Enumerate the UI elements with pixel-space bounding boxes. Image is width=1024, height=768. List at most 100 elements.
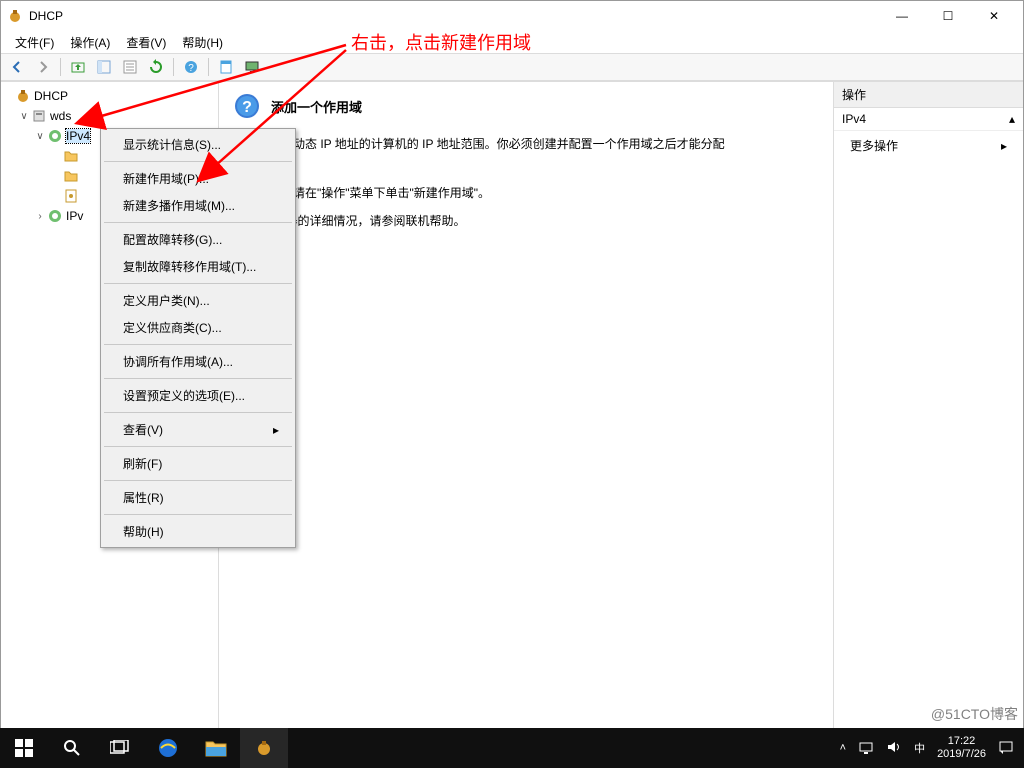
content-heading: 添加一个作用域 <box>271 97 362 116</box>
twisty-icon[interactable]: ∨ <box>17 111 31 122</box>
window-title: DHCP <box>29 9 63 23</box>
tray-time: 17:22 <box>937 735 986 748</box>
twisty-icon[interactable]: ∨ <box>33 131 47 142</box>
cm-refresh[interactable]: 刷新(F) <box>103 450 293 477</box>
collapse-icon[interactable]: ▴ <box>1009 112 1015 126</box>
cm-separator <box>104 446 292 447</box>
taskbar: ˄ 中 17:22 2019/7/26 <box>0 728 1024 768</box>
content-pane: ? 添加一个作用域 分配给请求动态 IP 地址的计算机的 IP 地址范围。你必须… <box>219 82 833 745</box>
ie-button[interactable] <box>144 728 192 768</box>
server-icon <box>31 108 47 124</box>
actions-header: 操作 <box>834 82 1023 108</box>
cm-properties[interactable]: 属性(R) <box>103 484 293 511</box>
watermark: @51CTO博客 <box>931 704 1018 724</box>
toolbar: ? <box>1 53 1023 81</box>
actions-pane: 操作 IPv4 ▴ 更多操作 ▸ <box>833 82 1023 745</box>
toolbar-separator <box>173 58 174 76</box>
search-button[interactable] <box>48 728 96 768</box>
cm-define-vendor-class[interactable]: 定义供应商类(C)... <box>103 314 293 341</box>
cm-separator <box>104 514 292 515</box>
cm-set-predefined[interactable]: 设置预定义的选项(E)... <box>103 382 293 409</box>
folder-icon <box>63 148 79 164</box>
help-button[interactable]: ? <box>179 56 203 78</box>
options-icon <box>63 188 79 204</box>
content-text: 止。 <box>233 156 819 178</box>
menu-file[interactable]: 文件(F) <box>7 32 62 53</box>
cm-new-scope[interactable]: 新建作用域(P)... <box>103 165 293 192</box>
tray-date: 2019/7/26 <box>937 748 986 761</box>
back-button[interactable] <box>5 56 29 78</box>
twisty-icon[interactable]: › <box>33 211 47 222</box>
cm-separator <box>104 161 292 162</box>
actions-context-label: IPv4 <box>842 112 866 126</box>
explorer-button[interactable] <box>192 728 240 768</box>
cm-reconcile-scopes[interactable]: 协调所有作用域(A)... <box>103 348 293 375</box>
start-button[interactable] <box>0 728 48 768</box>
tree-root-dhcp[interactable]: DHCP <box>1 86 218 106</box>
dhcp-task-button[interactable] <box>240 728 288 768</box>
context-menu: 显示统计信息(S)... 新建作用域(P)... 新建多播作用域(M)... 配… <box>100 128 296 548</box>
content-text: 新作用域，请在"操作"菜单下单击"新建作用域"。 <box>233 183 819 205</box>
content-inner: ? 添加一个作用域 分配给请求动态 IP 地址的计算机的 IP 地址范围。你必须… <box>219 82 833 745</box>
ipv6-icon <box>47 208 63 224</box>
toolbar-separator <box>208 58 209 76</box>
system-tray: ˄ 中 17:22 2019/7/26 <box>830 735 1024 761</box>
menu-bar: 文件(F) 操作(A) 查看(V) 帮助(H) 右击，点击新建作用域 <box>1 31 1023 53</box>
window-controls: — ☐ ✕ <box>879 1 1017 31</box>
tray-notifications-icon[interactable] <box>998 739 1014 758</box>
cm-separator <box>104 344 292 345</box>
cm-show-stats[interactable]: 显示统计信息(S)... <box>103 131 293 158</box>
dhcp-app-icon <box>7 8 23 24</box>
actions-more-label: 更多操作 <box>850 137 898 154</box>
cm-separator <box>104 412 292 413</box>
dhcp-icon <box>15 88 31 104</box>
content-text: HCP 服务器的详细情况，请参阅联机帮助。 <box>233 211 819 233</box>
tray-chevron-up-icon[interactable]: ˄ <box>840 742 846 754</box>
tray-volume-icon[interactable] <box>886 739 902 758</box>
cm-separator <box>104 378 292 379</box>
svg-text:?: ? <box>188 63 194 74</box>
menu-action[interactable]: 操作(A) <box>62 32 118 53</box>
cm-copy-failover-scope[interactable]: 复制故障转移作用域(T)... <box>103 253 293 280</box>
actions-context: IPv4 ▴ <box>834 108 1023 131</box>
title-bar: DHCP — ☐ ✕ <box>1 1 1023 31</box>
tray-ime[interactable]: 中 <box>914 740 925 756</box>
content-text: 分配给请求动态 IP 地址的计算机的 IP 地址范围。你必须创建并配置一个作用域… <box>233 134 819 156</box>
info-icon: ? <box>233 92 261 120</box>
forward-button[interactable] <box>31 56 55 78</box>
cm-help[interactable]: 帮助(H) <box>103 518 293 545</box>
menu-view[interactable]: 查看(V) <box>118 32 174 53</box>
tree-label: IPv4 <box>66 129 90 143</box>
cm-view[interactable]: 查看(V)▸ <box>103 416 293 443</box>
monitor-button[interactable] <box>240 56 264 78</box>
refresh-button[interactable] <box>144 56 168 78</box>
cm-new-multicast-scope[interactable]: 新建多播作用域(M)... <box>103 192 293 219</box>
tray-clock[interactable]: 17:22 2019/7/26 <box>937 735 986 761</box>
actions-more[interactable]: 更多操作 ▸ <box>834 131 1023 160</box>
menu-help[interactable]: 帮助(H) <box>174 32 231 53</box>
svg-text:?: ? <box>242 99 252 116</box>
cm-separator <box>104 480 292 481</box>
chevron-right-icon: ▸ <box>273 423 279 437</box>
folder-icon <box>63 168 79 184</box>
show-tree-button[interactable] <box>92 56 116 78</box>
cm-config-failover[interactable]: 配置故障转移(G)... <box>103 226 293 253</box>
taskview-button[interactable] <box>96 728 144 768</box>
tray-network-icon[interactable] <box>858 739 874 758</box>
page-button[interactable] <box>214 56 238 78</box>
annotation-text: 右击，点击新建作用域 <box>351 29 531 55</box>
tree-server[interactable]: ∨ wds <box>1 106 218 126</box>
minimize-button[interactable]: — <box>879 1 925 31</box>
up-button[interactable] <box>66 56 90 78</box>
close-button[interactable]: ✕ <box>971 1 1017 31</box>
properties-button[interactable] <box>118 56 142 78</box>
cm-separator <box>104 283 292 284</box>
tree-label: IPv <box>66 209 83 223</box>
tree-label: wds <box>50 109 71 123</box>
tree-label: DHCP <box>34 89 68 103</box>
maximize-button[interactable]: ☐ <box>925 1 971 31</box>
cm-define-user-class[interactable]: 定义用户类(N)... <box>103 287 293 314</box>
chevron-right-icon: ▸ <box>1001 139 1007 153</box>
cm-separator <box>104 222 292 223</box>
toolbar-separator <box>60 58 61 76</box>
